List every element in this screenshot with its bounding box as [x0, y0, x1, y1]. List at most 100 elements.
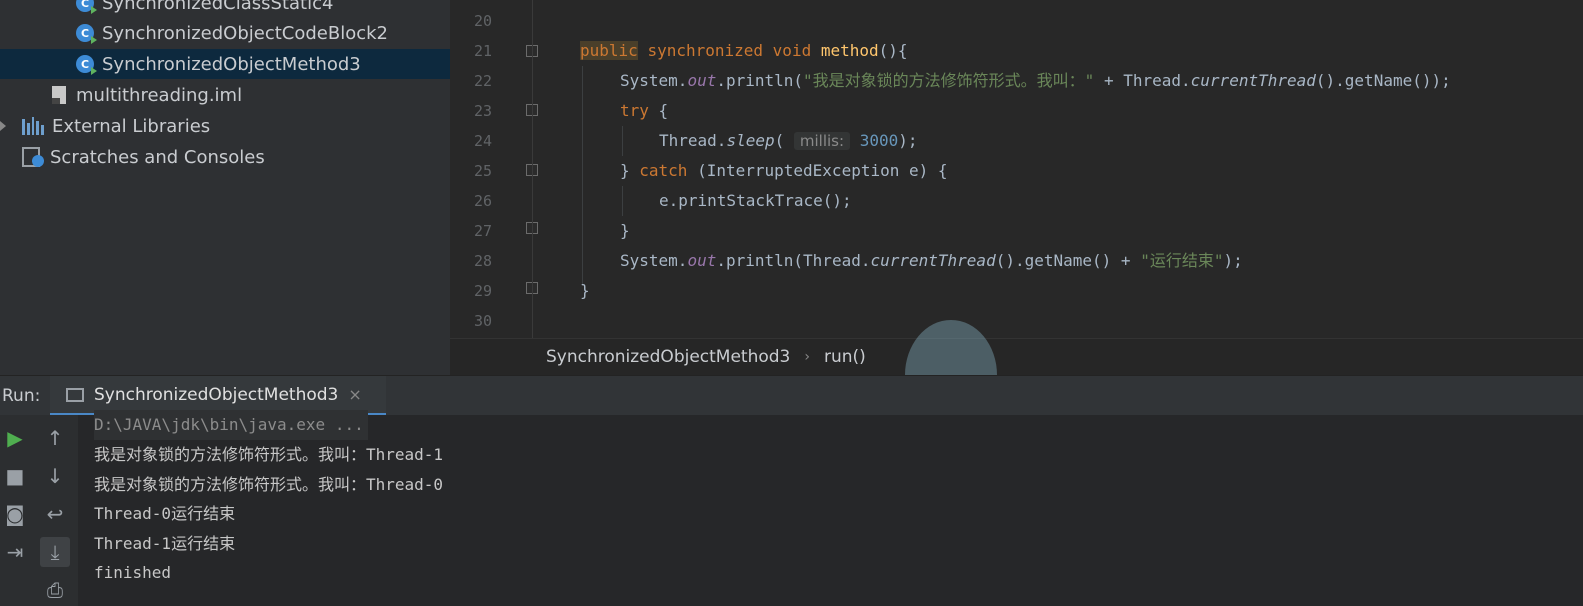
line-number: 25 — [473, 162, 492, 180]
console-line: Thread-0运行结束 — [94, 504, 236, 523]
login-icon[interactable]: ⇥ — [0, 537, 30, 567]
line-number: 26 — [473, 192, 492, 210]
tree-item-label: multithreading.iml — [76, 84, 243, 106]
breadcrumb-class[interactable]: SynchronizedObjectMethod3 — [546, 347, 790, 367]
run-tab-label: SynchronizedObjectMethod3 — [94, 384, 339, 405]
print-icon[interactable]: ⎙ — [40, 575, 70, 605]
code-line-29[interactable]: } — [580, 276, 590, 306]
static-method-call: currentThread — [870, 251, 996, 270]
code-line-28[interactable]: System.out.println(Thread.currentThread(… — [620, 246, 1243, 276]
indent-guide — [622, 186, 623, 216]
code-text: ( — [774, 131, 785, 150]
static-field: out — [687, 71, 717, 90]
scroll-to-end-icon[interactable]: ⤓ — [40, 537, 70, 567]
code-text: } — [620, 221, 630, 240]
code-text: (){ — [878, 41, 908, 60]
keyword: synchronized — [647, 41, 764, 60]
code-line-24[interactable]: Thread.sleep( millis: 3000); — [659, 126, 917, 156]
line-number: 24 — [473, 132, 492, 150]
arrow-down-icon[interactable]: ↓ — [40, 461, 70, 491]
run-tool-window-header: Run: SynchronizedObjectMethod3 × — [0, 375, 1583, 416]
project-tree-panel: C SynchronizedClassStatic4 C Synchronize… — [0, 0, 450, 375]
code-text: System. — [620, 71, 688, 90]
breadcrumb-method[interactable]: run() — [824, 347, 866, 367]
keyword: void — [772, 41, 812, 60]
code-text: (InterruptedException e) { — [687, 161, 948, 180]
code-text: ); — [898, 131, 918, 150]
run-label: Run: — [2, 386, 41, 406]
tree-item-label: External Libraries — [52, 115, 211, 137]
tree-item-scratches-and-consoles[interactable]: Scratches and Consoles — [22, 142, 265, 172]
line-number: 30 — [473, 312, 492, 330]
code-line-23[interactable]: try { — [620, 96, 668, 126]
tree-item-synchronized-object-code-block2[interactable]: C SynchronizedObjectCodeBlock2 — [76, 18, 388, 48]
code-line-27[interactable]: } — [620, 216, 630, 246]
code-editor[interactable]: 20 21 22 23 24 25 26 27 28 29 30 public … — [450, 0, 1583, 338]
number-literal: 3000 — [859, 131, 899, 150]
soft-wrap-icon[interactable]: ↩ — [40, 499, 70, 529]
breadcrumb-separator: › — [804, 349, 810, 365]
libraries-icon — [22, 117, 44, 135]
tree-item-label: SynchronizedClassStatic4 — [102, 0, 334, 14]
line-number: 21 — [473, 42, 492, 60]
code-text: } — [620, 161, 640, 180]
console-line: Thread-1运行结束 — [94, 534, 236, 553]
java-class-icon: C — [76, 24, 97, 44]
java-class-icon: C — [76, 0, 97, 14]
gutter-separator — [532, 0, 533, 338]
line-number: 29 — [473, 282, 492, 300]
editor-gutter: 20 21 22 23 24 25 26 27 28 29 30 — [450, 0, 530, 338]
close-icon[interactable]: × — [348, 385, 361, 404]
stop-icon[interactable]: ■ — [0, 461, 30, 491]
tree-item-multithreading-iml[interactable]: multithreading.iml — [52, 80, 242, 110]
run-toolbar: ▶ ↑ ■ ↓ ◙ ↩ ⇥ ⤓ ⎙ — [0, 415, 78, 606]
code-text: + Thread. — [1094, 71, 1191, 90]
string-literal: "我是对象锁的方法修饰符形式。我叫：" — [803, 71, 1095, 90]
code-text: .println(Thread. — [716, 251, 871, 270]
code-text: ().getName()); — [1315, 71, 1451, 90]
play-icon[interactable]: ▶ — [0, 423, 30, 453]
string-literal: "运行结束" — [1140, 251, 1224, 270]
line-number: 22 — [473, 72, 492, 90]
code-text: { — [648, 101, 669, 120]
camera-icon[interactable]: ◙ — [0, 499, 30, 529]
code-text: e.printStackTrace(); — [659, 191, 852, 210]
keyword: public — [580, 41, 638, 60]
static-method-call: currentThread — [1190, 71, 1316, 90]
console-line: 我是对象锁的方法修饰符形式。我叫：Thread-1 — [94, 445, 444, 464]
console-line-command[interactable]: D:\JAVA\jdk\bin\java.exe ... — [94, 410, 368, 440]
static-method-call: sleep — [726, 131, 775, 150]
code-text: ); — [1223, 251, 1243, 270]
keyword: try — [620, 101, 649, 120]
console-line: 我是对象锁的方法修饰符形式。我叫：Thread-0 — [94, 475, 444, 494]
code-text: ().getName() + — [995, 251, 1141, 270]
chevron-right-icon[interactable] — [0, 121, 6, 131]
parameter-hint: millis: — [793, 132, 851, 150]
line-number: 23 — [473, 102, 492, 120]
tree-item-external-libraries[interactable]: External Libraries — [22, 111, 210, 141]
code-text: } — [580, 281, 590, 300]
console-tab-icon — [66, 387, 84, 402]
code-line-25[interactable]: } catch (InterruptedException e) { — [620, 156, 948, 186]
java-class-icon: C — [76, 55, 97, 75]
console-line: finished — [94, 563, 172, 582]
tree-item-label: SynchronizedObjectMethod3 — [102, 53, 361, 75]
line-number: 27 — [473, 222, 492, 240]
code-line-26[interactable]: e.printStackTrace(); — [659, 186, 852, 216]
tree-item-label: SynchronizedObjectCodeBlock2 — [102, 22, 389, 44]
indent-guide — [582, 66, 583, 286]
static-field: out — [687, 251, 717, 270]
line-number: 20 — [473, 12, 492, 30]
tree-item-synchronized-object-method3[interactable]: C SynchronizedObjectMethod3 — [0, 49, 450, 79]
console-output[interactable]: D:\JAVA\jdk\bin\java.exe ... 我是对象锁的方法修饰符… — [78, 410, 1583, 606]
module-file-icon — [52, 86, 66, 104]
indent-guide — [622, 126, 623, 156]
line-number: 28 — [473, 252, 492, 270]
arrow-up-icon[interactable]: ↑ — [40, 423, 70, 453]
scratches-icon — [22, 147, 44, 167]
code-line-21[interactable]: public synchronized void method(){ — [580, 36, 908, 66]
code-line-22[interactable]: System.out.println("我是对象锁的方法修饰符形式。我叫：" +… — [620, 66, 1451, 96]
code-text: Thread. — [659, 131, 727, 150]
tree-item-synchronized-class-static4[interactable]: C SynchronizedClassStatic4 — [76, 0, 333, 18]
code-text: System. — [620, 251, 688, 270]
